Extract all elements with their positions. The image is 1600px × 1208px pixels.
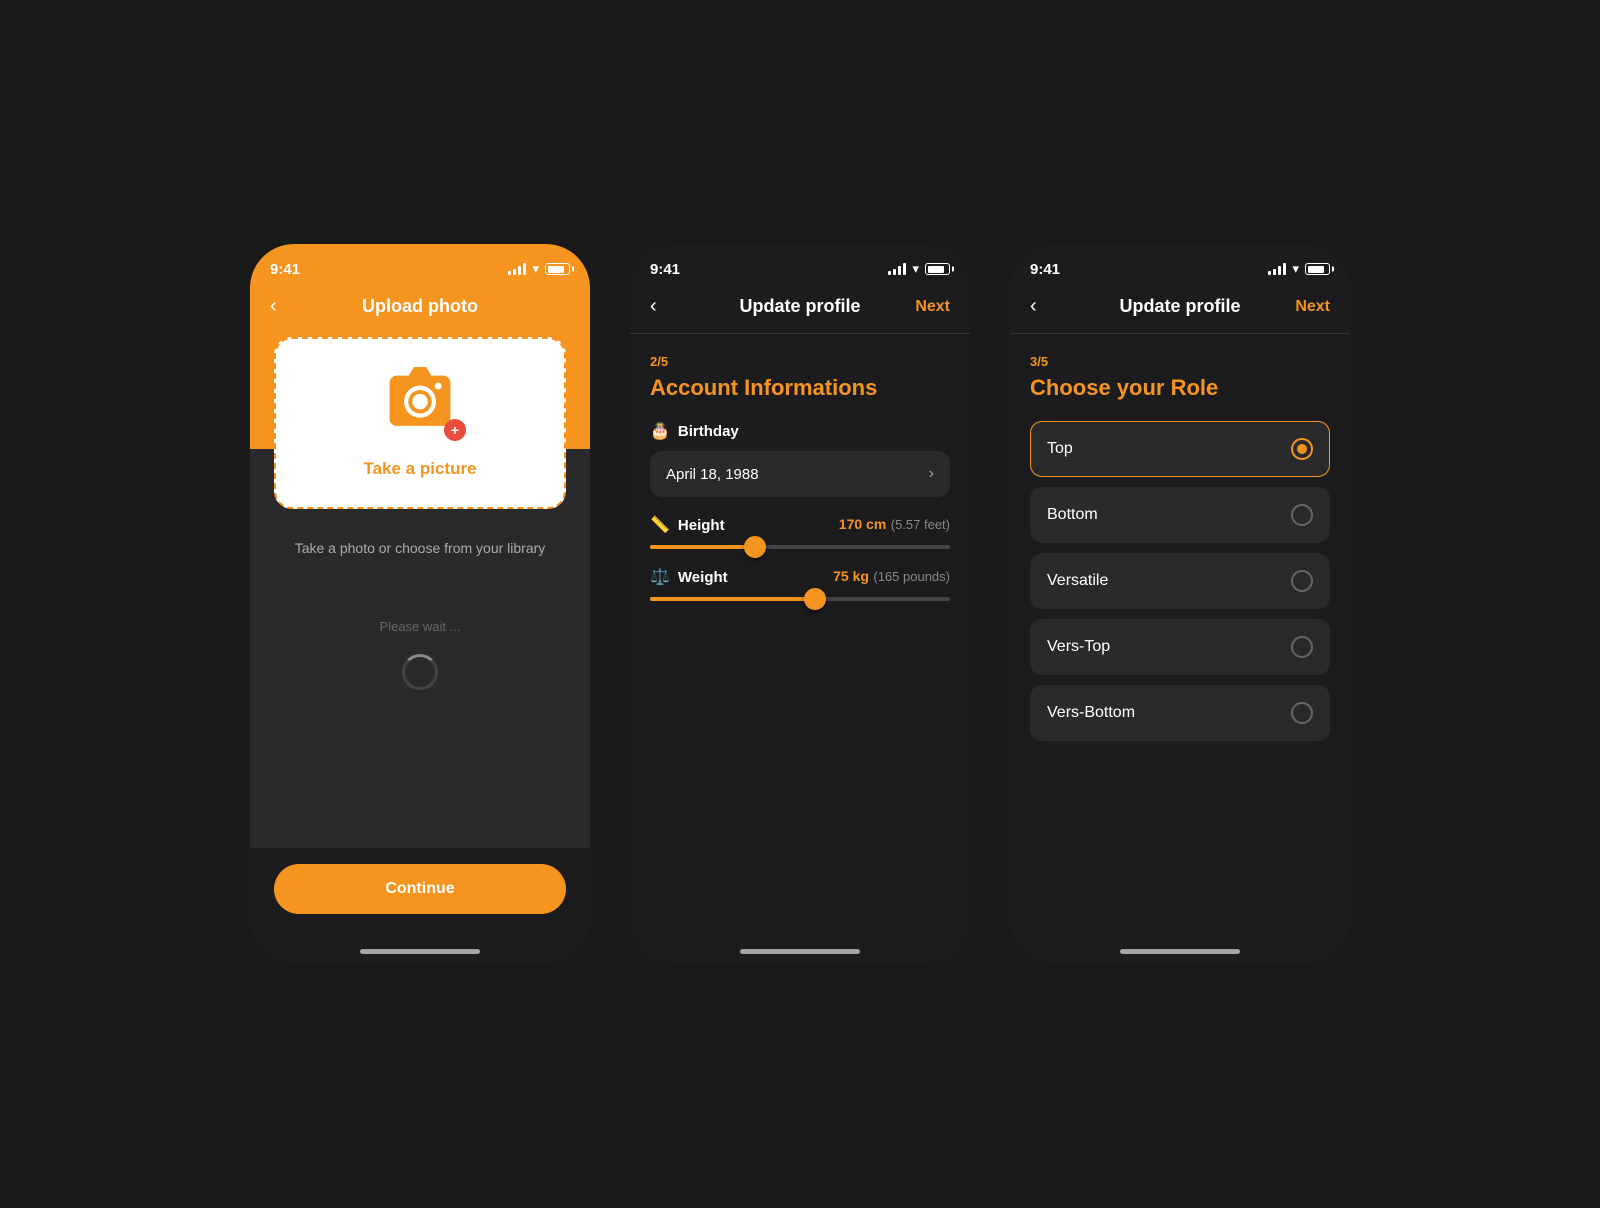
status-bar-3: 9:41 ▾	[1010, 244, 1350, 288]
role-label-versatile: Versatile	[1047, 572, 1108, 590]
role-label-bottom: Bottom	[1047, 506, 1098, 524]
upload-dropzone[interactable]: + Take a picture	[274, 337, 566, 509]
phone-1: 9:41 ▾ ‹ Upload photo	[250, 244, 590, 964]
status-time-2: 9:41	[650, 261, 680, 278]
height-label: 📏 Height	[650, 515, 725, 535]
birthday-icon: 🎂	[650, 421, 670, 441]
weight-value-display: 75 kg (165 pounds)	[833, 568, 950, 586]
weight-label-row: ⚖️ Weight 75 kg (165 pounds)	[650, 567, 950, 587]
wifi-icon-1: ▾	[532, 261, 539, 277]
loading-area: Please wait ...	[380, 589, 461, 690]
back-button-3[interactable]: ‹	[1030, 295, 1037, 318]
height-unit: (5.57 feet)	[891, 517, 950, 532]
step-indicator-2: 2/5	[650, 354, 950, 369]
wifi-icon-2: ▾	[912, 261, 919, 277]
battery-icon-2	[925, 263, 950, 275]
radio-vers-bottom	[1291, 702, 1313, 724]
role-option-versatile[interactable]: Versatile	[1030, 553, 1330, 609]
ruler-icon: 📏	[650, 515, 670, 535]
birthday-selector[interactable]: April 18, 1988 ›	[650, 451, 950, 497]
status-bar-1: 9:41 ▾	[250, 244, 590, 288]
role-label-vers-top: Vers-Top	[1047, 638, 1110, 656]
wifi-icon-3: ▾	[1292, 261, 1299, 277]
weight-slider-fill	[650, 597, 815, 601]
phone-2: 9:41 ▾ ‹ Update profile Next	[630, 244, 970, 964]
height-label-row: 📏 Height 170 cm (5.57 feet)	[650, 515, 950, 535]
radio-versatile	[1291, 570, 1313, 592]
phone-3: 9:41 ▾ ‹ Update profile Next	[1010, 244, 1350, 964]
height-value-display: 170 cm (5.57 feet)	[839, 516, 950, 534]
phone1-nav: ‹ Upload photo	[270, 296, 570, 317]
status-icons-1: ▾	[508, 261, 570, 277]
role-options-list: Top Bottom Versatile	[1030, 421, 1330, 741]
phone3-title: Update profile	[1119, 296, 1240, 317]
role-option-bottom[interactable]: Bottom	[1030, 487, 1330, 543]
phone2-nav: ‹ Update profile Next	[650, 296, 950, 317]
birthday-value: April 18, 1988	[666, 466, 759, 483]
weight-label: ⚖️ Weight	[650, 567, 728, 587]
weight-value: 75 kg	[833, 568, 869, 584]
status-time-1: 9:41	[270, 261, 300, 278]
status-icons-3: ▾	[1268, 261, 1330, 277]
photo-hint: Take a photo or choose from your library	[295, 539, 546, 559]
status-icons-2: ▾	[888, 261, 950, 277]
height-slider-thumb[interactable]	[744, 536, 766, 558]
home-indicator-1	[360, 949, 480, 954]
role-label-vers-bottom: Vers-Bottom	[1047, 704, 1135, 722]
next-button-2[interactable]: Next	[915, 298, 950, 316]
upload-area-section: + Take a picture	[250, 317, 590, 509]
radio-vers-top	[1291, 636, 1313, 658]
role-label-top: Top	[1047, 440, 1073, 458]
section-title-3: Choose your Role	[1030, 375, 1330, 401]
weight-field: ⚖️ Weight 75 kg (165 pounds)	[650, 567, 950, 601]
phone1-body: Take a photo or choose from your library…	[250, 509, 590, 848]
role-option-vers-top[interactable]: Vers-Top	[1030, 619, 1330, 675]
phone3-header: ‹ Update profile Next	[1010, 288, 1350, 334]
back-button-1[interactable]: ‹	[270, 295, 277, 318]
birthday-field: 🎂 Birthday April 18, 1988 ›	[650, 421, 950, 497]
phone3-body: 3/5 Choose your Role Top Bottom	[1010, 334, 1350, 964]
weight-slider-thumb[interactable]	[804, 588, 826, 610]
back-button-2[interactable]: ‹	[650, 295, 657, 318]
phone2-title: Update profile	[739, 296, 860, 317]
height-slider-fill	[650, 545, 755, 549]
step-indicator-3: 3/5	[1030, 354, 1330, 369]
radio-top	[1291, 438, 1313, 460]
phones-container: 9:41 ▾ ‹ Upload photo	[250, 244, 1350, 964]
height-field: 📏 Height 170 cm (5.57 feet)	[650, 515, 950, 549]
continue-button[interactable]: Continue	[274, 864, 566, 914]
phone3-nav: ‹ Update profile Next	[1030, 296, 1330, 317]
plus-badge: +	[444, 419, 466, 441]
height-value: 170 cm	[839, 516, 886, 532]
phone1-footer: Continue	[250, 848, 590, 964]
phone1-header-bg: ‹ Upload photo	[250, 288, 590, 317]
home-indicator-3	[1120, 949, 1240, 954]
status-time-3: 9:41	[1030, 261, 1060, 278]
home-indicator-2	[740, 949, 860, 954]
radio-bottom	[1291, 504, 1313, 526]
phone2-body: 2/5 Account Informations 🎂 Birthday Apri…	[630, 334, 970, 964]
next-button-3[interactable]: Next	[1295, 298, 1330, 316]
height-slider-track[interactable]	[650, 545, 950, 549]
section-title-2: Account Informations	[650, 375, 950, 401]
status-bar-2: 9:41 ▾	[630, 244, 970, 288]
weight-slider-track[interactable]	[650, 597, 950, 601]
please-wait-text: Please wait ...	[380, 619, 461, 634]
loading-spinner	[402, 654, 438, 690]
battery-icon-3	[1305, 263, 1330, 275]
role-option-top[interactable]: Top	[1030, 421, 1330, 477]
phone2-header: ‹ Update profile Next	[630, 288, 970, 334]
battery-icon-1	[545, 263, 570, 275]
camera-icon-wrapper: +	[380, 367, 460, 437]
weight-icon: ⚖️	[650, 567, 670, 587]
signal-icon-1	[508, 263, 526, 275]
chevron-right-icon: ›	[929, 465, 934, 483]
take-picture-label: Take a picture	[363, 459, 476, 479]
signal-icon-2	[888, 263, 906, 275]
signal-icon-3	[1268, 263, 1286, 275]
weight-unit: (165 pounds)	[873, 569, 950, 584]
phone1-title: Upload photo	[362, 296, 478, 317]
birthday-label: 🎂 Birthday	[650, 421, 950, 441]
role-option-vers-bottom[interactable]: Vers-Bottom	[1030, 685, 1330, 741]
